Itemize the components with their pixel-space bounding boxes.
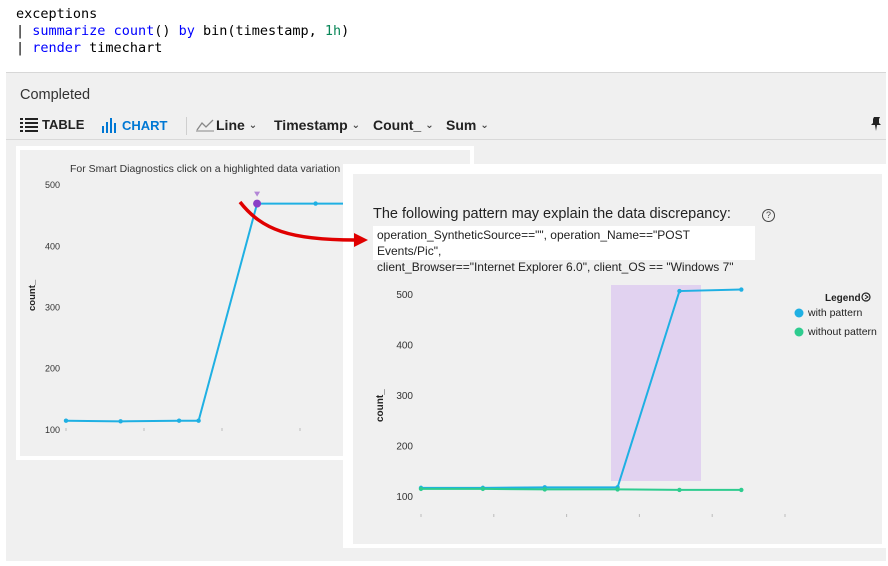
arrow-head-icon [354, 233, 368, 247]
annotation-arrow [238, 200, 368, 247]
